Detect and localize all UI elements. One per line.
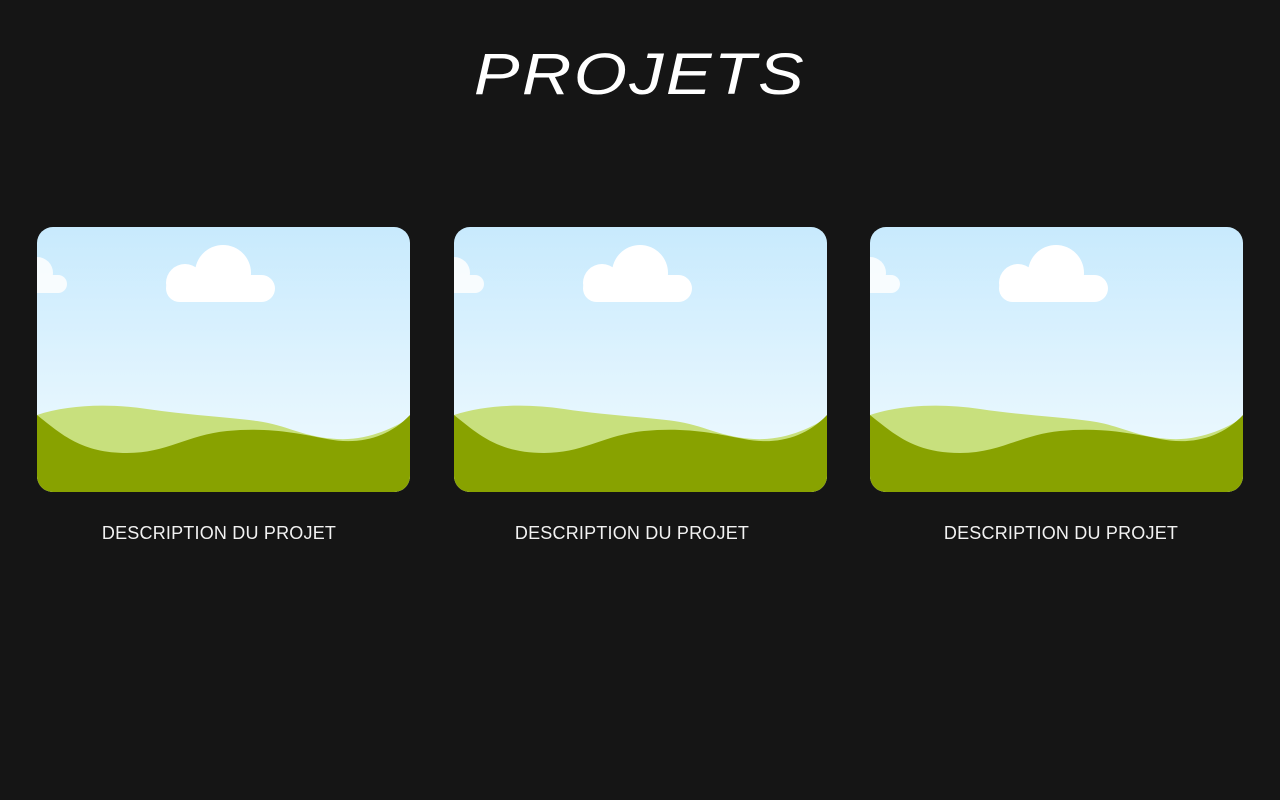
page-title: PROJETS [473, 42, 807, 107]
project-image[interactable] [870, 227, 1243, 492]
project-card[interactable]: DESCRIPTION DU PROJET [454, 227, 827, 545]
project-card[interactable]: DESCRIPTION DU PROJET [870, 227, 1243, 545]
project-card[interactable]: DESCRIPTION DU PROJET [37, 227, 410, 545]
project-description: DESCRIPTION DU PROJET [101, 523, 337, 543]
project-description: DESCRIPTION DU PROJET [514, 523, 750, 543]
project-grid: DESCRIPTION DU PROJET DESCRIPTION DU PRO… [37, 227, 1243, 557]
landscape-image-placeholder-icon [870, 227, 1243, 492]
project-image[interactable] [37, 227, 410, 492]
project-description: DESCRIPTION DU PROJET [943, 523, 1179, 543]
landscape-image-placeholder-icon [37, 227, 410, 492]
landscape-image-placeholder-icon [454, 227, 827, 492]
project-image[interactable] [454, 227, 827, 492]
projects-page: PROJETS DESCRIPTION DU PROJET DESCRIPTIO… [0, 0, 1280, 800]
